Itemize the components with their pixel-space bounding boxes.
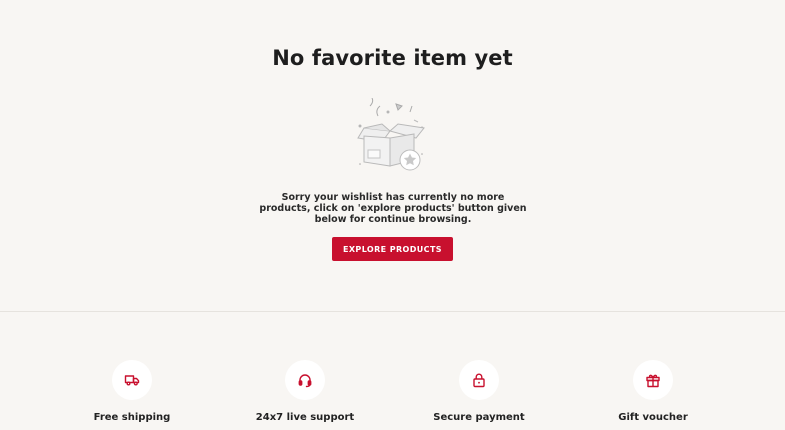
feature-gift-voucher: Gift voucher — [583, 360, 723, 423]
feature-icon-circle — [285, 360, 325, 400]
feature-free-shipping: Free shipping — [62, 360, 202, 423]
features-bar: Free shipping 24x7 live support Secure p… — [0, 312, 785, 430]
feature-label: Free shipping — [93, 412, 171, 423]
page-title: No favorite item yet — [272, 46, 513, 70]
feature-label: 24x7 live support — [255, 412, 355, 423]
explore-products-button[interactable]: EXPLORE PRODUCTS — [332, 237, 453, 261]
feature-icon-circle — [112, 360, 152, 400]
empty-wishlist-message: Sorry your wishlist has currently no mor… — [259, 192, 527, 225]
empty-wishlist-section: No favorite item yet Sorry your wishlist… — [0, 0, 785, 311]
feature-icon-circle — [633, 360, 673, 400]
feature-label: Gift voucher — [618, 412, 688, 423]
gift-icon — [646, 374, 660, 388]
feature-live-support: 24x7 live support — [235, 360, 375, 423]
lock-icon — [473, 373, 485, 388]
wishlist-page: No favorite item yet Sorry your wishlist… — [0, 0, 785, 430]
feature-icon-circle — [459, 360, 499, 400]
feature-secure-payment: Secure payment — [409, 360, 549, 423]
truck-icon — [124, 375, 140, 386]
feature-label: Secure payment — [433, 412, 525, 423]
empty-box-illustration — [352, 97, 432, 174]
headset-icon — [298, 374, 312, 388]
